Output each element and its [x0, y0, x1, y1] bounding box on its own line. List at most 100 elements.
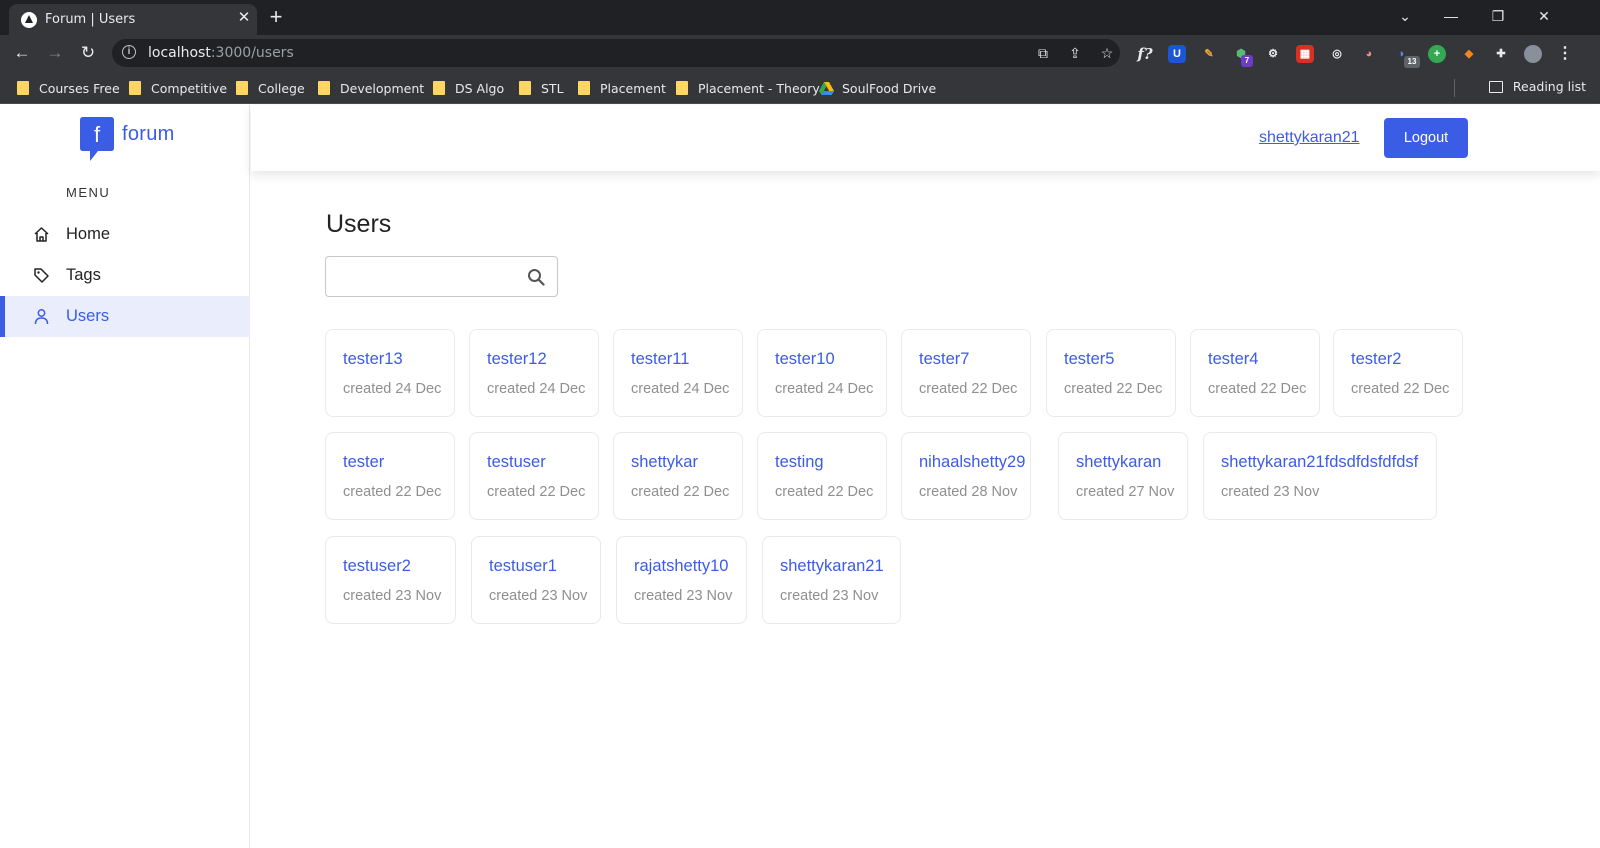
forum-logo-icon: f [80, 117, 114, 161]
user-card-created: created 24 Dec [487, 381, 586, 397]
search-input[interactable] [325, 256, 558, 297]
browser-tab[interactable]: Forum | Users ✕ [9, 4, 257, 35]
reload-button[interactable]: ↻ [76, 41, 100, 65]
user-card[interactable]: shettykaran21fdsdfdsfdfdsf created 23 Nov [1203, 432, 1437, 520]
user-card[interactable]: testuser1 created 23 Nov [471, 536, 601, 624]
profile-avatar[interactable] [1524, 45, 1542, 63]
bookmark-college[interactable]: College [236, 79, 305, 97]
forward-button[interactable]: → [43, 41, 67, 65]
folder-icon [676, 81, 688, 95]
user-card-name-link[interactable]: tester4 [1208, 350, 1258, 369]
user-card[interactable]: nihaalshetty29 created 28 Nov [901, 432, 1031, 520]
fox-extension-icon[interactable]: ◆ [1460, 45, 1478, 63]
user-card[interactable]: shettykar created 22 Dec [613, 432, 743, 520]
user-card-name-link[interactable]: tester [343, 453, 384, 472]
calendar-extension-icon[interactable]: ▦ [1296, 45, 1314, 63]
puzzle-extensions-icon[interactable]: ✚ [1492, 45, 1510, 63]
folder-icon [236, 81, 248, 95]
tab-close-icon[interactable]: ✕ [235, 9, 253, 27]
user-card[interactable]: tester11 created 24 Dec [613, 329, 743, 417]
sidebar-item-home[interactable]: Home [0, 214, 250, 255]
user-card-name-link[interactable]: shettykar [631, 453, 698, 472]
gear-extension-icon[interactable]: ⚙ [1264, 45, 1282, 63]
username-link[interactable]: shettykaran21 [1259, 129, 1360, 147]
user-card-name-link[interactable]: testuser2 [343, 557, 411, 576]
menu-kebab-icon[interactable]: ⋮ [1556, 45, 1574, 63]
formula-extension-icon[interactable]: f? [1136, 45, 1154, 63]
user-card[interactable]: tester13 created 24 Dec [325, 329, 455, 417]
user-card-name-link[interactable]: rajatshetty10 [634, 557, 728, 576]
logo-text: forum [122, 123, 175, 145]
search-field[interactable] [334, 265, 514, 289]
sidebar-item-label: Tags [66, 266, 101, 284]
open-in-app-icon[interactable]: ⧉ [1033, 43, 1053, 63]
user-card[interactable]: tester4 created 22 Dec [1190, 329, 1320, 417]
user-card[interactable]: rajatshetty10 created 23 Nov [616, 536, 747, 624]
owl-extension-icon[interactable]: ◕ [1360, 45, 1378, 63]
user-card-name-link[interactable]: tester11 [631, 350, 689, 369]
user-card-created: created 22 Dec [919, 381, 1018, 397]
user-card[interactable]: tester7 created 22 Dec [901, 329, 1031, 417]
folder-icon [433, 81, 445, 95]
forum-logo[interactable]: f forum [80, 117, 175, 161]
user-card[interactable]: testuser2 created 23 Nov [325, 536, 456, 624]
bookmark-stl[interactable]: STL [519, 79, 564, 97]
minimize-button[interactable]: — [1436, 4, 1466, 28]
user-card[interactable]: tester created 22 Dec [325, 432, 455, 520]
user-card-name-link[interactable]: tester12 [487, 350, 547, 369]
restore-button[interactable]: ❐ [1483, 4, 1513, 28]
user-card-name-link[interactable]: shettykaran21fdsdfdsfdfdsf [1221, 453, 1418, 472]
pen-extension-icon[interactable]: ✎ [1200, 45, 1218, 63]
tab-search-chevron-icon[interactable]: ⌄ [1390, 4, 1420, 28]
sidebar-item-users[interactable]: Users [0, 296, 250, 337]
user-card-name-link[interactable]: testing [775, 453, 824, 472]
user-card[interactable]: testuser created 22 Dec [469, 432, 599, 520]
address-bar[interactable]: i localhost:3000/users ⧉ ⇪ ☆ [112, 39, 1120, 67]
search-icon[interactable] [527, 268, 545, 286]
reading-list-button[interactable]: Reading list [1488, 79, 1586, 94]
bookmark-soulfood-drive[interactable]: SoulFood Drive [819, 79, 936, 97]
new-tab-button[interactable]: + [266, 6, 286, 28]
bookmark-label: Courses Free [39, 80, 120, 96]
extension-badge-count: 13 [1404, 56, 1420, 68]
bookmark-development[interactable]: Development [318, 79, 424, 97]
user-card[interactable]: tester12 created 24 Dec [469, 329, 599, 417]
user-card[interactable]: shettykaran created 27 Nov [1058, 432, 1188, 520]
user-card-name-link[interactable]: tester7 [919, 350, 969, 369]
close-window-button[interactable]: ✕ [1529, 4, 1559, 28]
bookmark-placement-theory[interactable]: Placement - Theory [676, 79, 820, 97]
sidebar-item-label: Users [66, 307, 110, 325]
bookmark-label: College [258, 80, 305, 96]
bookmark-competitive[interactable]: Competitive [129, 79, 227, 97]
user-card-name-link[interactable]: testuser [487, 453, 546, 472]
user-card-name-link[interactable]: tester13 [343, 350, 403, 369]
user-card[interactable]: tester2 created 22 Dec [1333, 329, 1463, 417]
address-url[interactable]: localhost:3000/users [148, 45, 294, 61]
folder-icon [519, 81, 531, 95]
sidebar-item-label: Home [66, 225, 111, 243]
user-card-name-link[interactable]: nihaalshetty29 [919, 453, 1025, 472]
target-extension-icon[interactable]: ◎ [1328, 45, 1346, 63]
plus-extension-icon[interactable]: + [1428, 45, 1446, 63]
bookmark-placement[interactable]: Placement [578, 79, 666, 97]
user-card-name-link[interactable]: shettykaran [1076, 453, 1161, 472]
user-card-name-link[interactable]: testuser1 [489, 557, 557, 576]
bookmark-courses-free[interactable]: Courses Free [17, 79, 120, 97]
user-card[interactable]: tester5 created 22 Dec [1046, 329, 1176, 417]
bookmark-ds-algo[interactable]: DS Algo [433, 79, 504, 97]
user-card-name-link[interactable]: shettykaran21 [780, 557, 884, 576]
share-icon[interactable]: ⇪ [1065, 43, 1085, 63]
site-info-icon[interactable]: i [122, 45, 136, 59]
user-card-name-link[interactable]: tester10 [775, 350, 835, 369]
user-card[interactable]: shettykaran21 created 23 Nov [762, 536, 901, 624]
user-card[interactable]: tester10 created 24 Dec [757, 329, 887, 417]
logout-button[interactable]: Logout [1384, 118, 1468, 158]
sidebar-item-tags[interactable]: Tags [0, 255, 250, 296]
bookmark-star-icon[interactable]: ☆ [1097, 43, 1117, 63]
user-card-name-link[interactable]: tester2 [1351, 350, 1401, 369]
back-button[interactable]: ← [10, 41, 34, 65]
shield-extension-icon[interactable]: U [1168, 45, 1186, 63]
user-card-name-link[interactable]: tester5 [1064, 350, 1114, 369]
user-card[interactable]: testing created 22 Dec [757, 432, 887, 520]
bookmarks-bar: Courses Free Competitive College Develop… [0, 71, 1600, 104]
